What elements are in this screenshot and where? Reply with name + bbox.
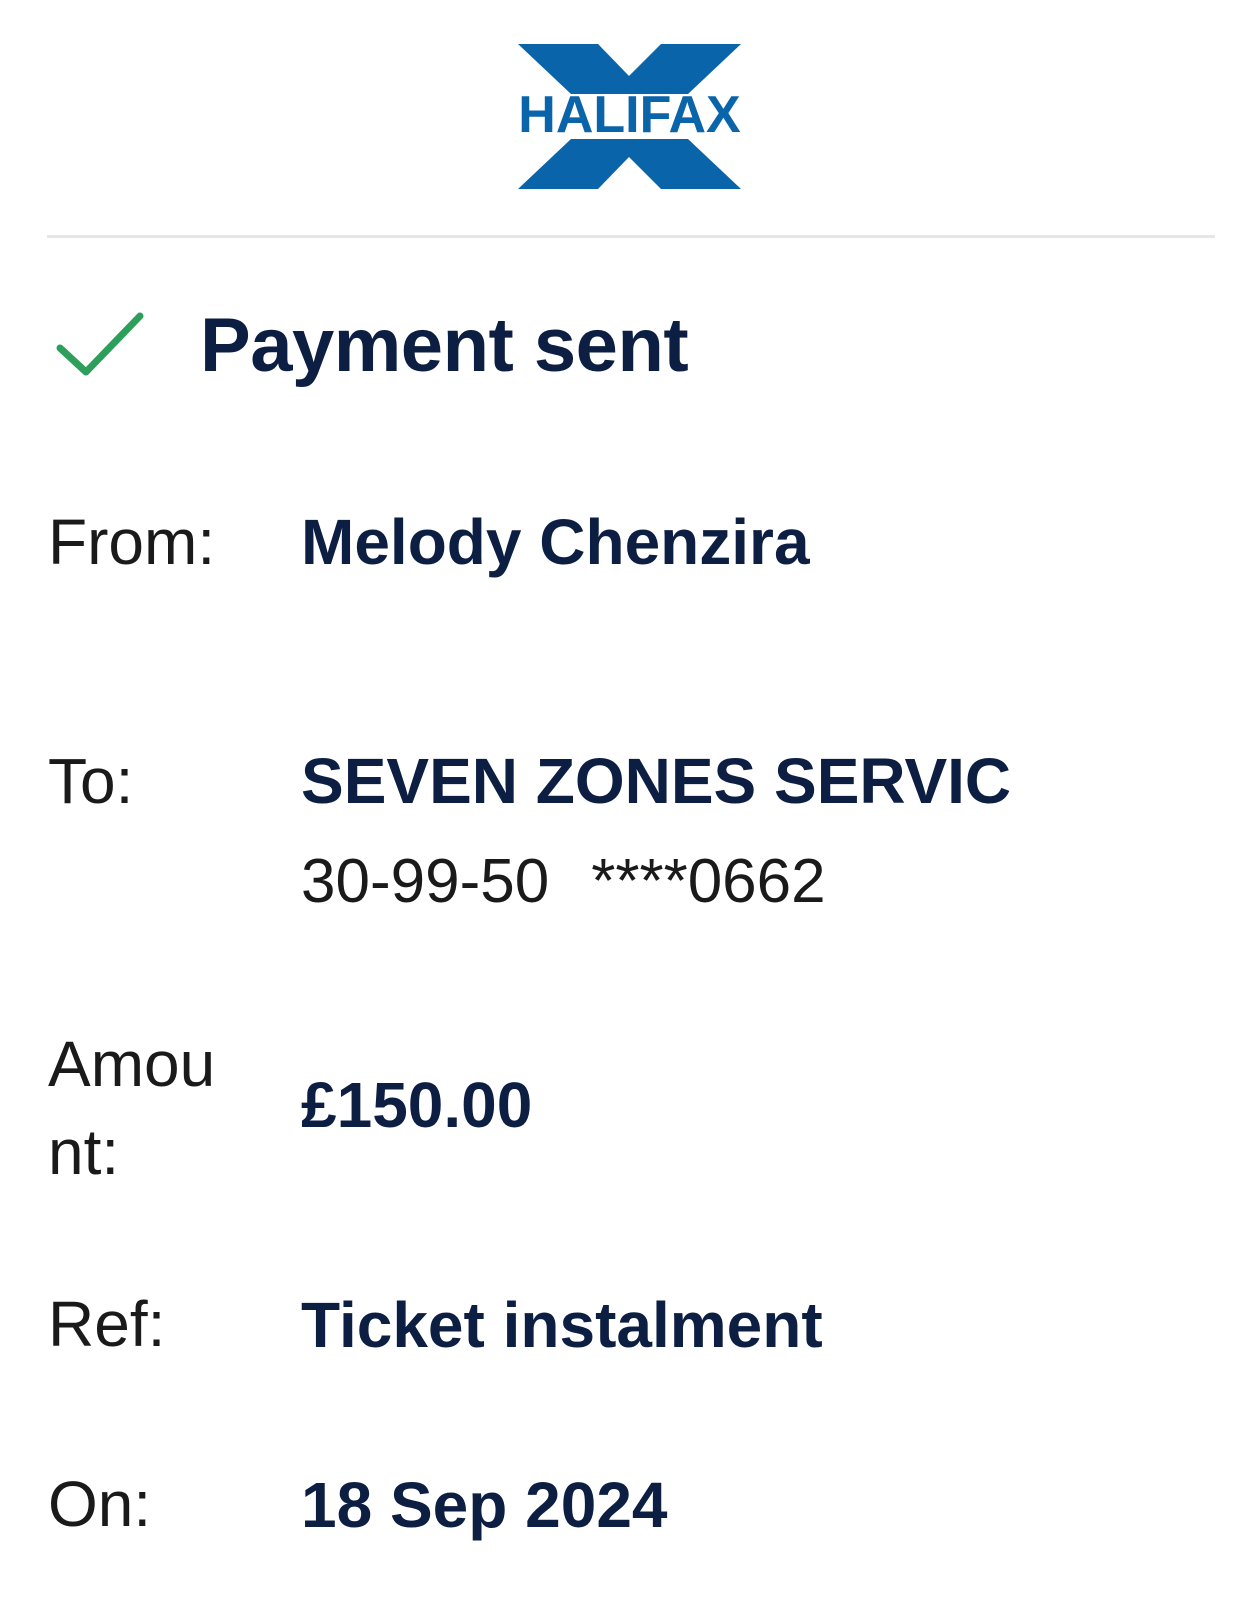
- halifax-wordmark: HALIFAX: [518, 86, 741, 144]
- payment-status: Payment sent: [56, 303, 689, 388]
- sort-code: 30-99-50: [301, 847, 550, 916]
- to-value: SEVEN ZONES SERVIC: [301, 745, 1012, 817]
- from-label: From:: [48, 506, 216, 578]
- ref-value: Ticket instalment: [301, 1289, 823, 1361]
- check-icon: [56, 312, 144, 376]
- to-label: To:: [48, 745, 134, 817]
- halifax-logo: HALIFAX: [518, 44, 741, 189]
- date-value: 18 Sep 2024: [301, 1469, 668, 1541]
- from-value: Melody Chenzira: [301, 506, 810, 578]
- amount-value: £150.00: [301, 1069, 533, 1141]
- amount-label-line2: nt:: [48, 1116, 120, 1188]
- header-divider: [47, 235, 1215, 238]
- date-label: On:: [48, 1468, 152, 1540]
- amount-label-line1: Amou: [48, 1028, 216, 1100]
- to-account-details: 30-99-50 ****0662: [301, 842, 826, 922]
- status-title: Payment sent: [200, 302, 689, 388]
- account-number: ****0662: [591, 847, 826, 916]
- ref-label: Ref:: [48, 1288, 166, 1360]
